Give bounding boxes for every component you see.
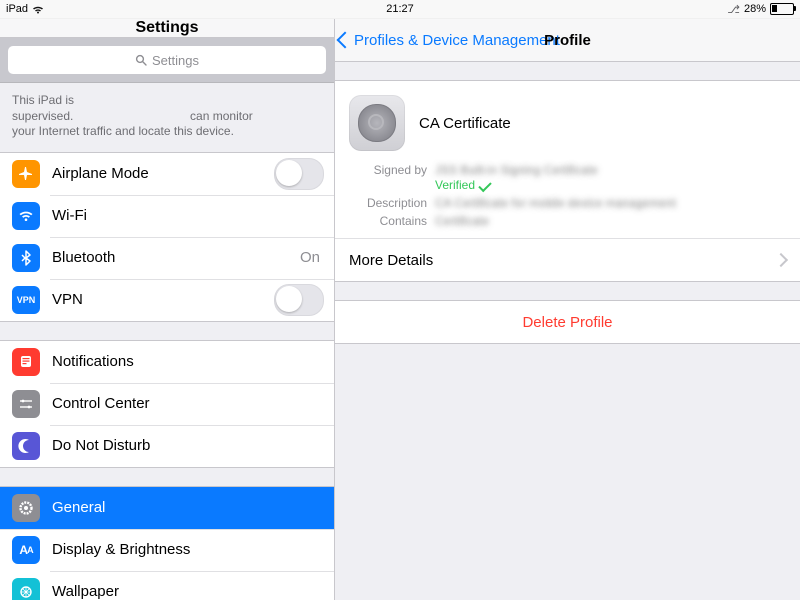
chevron-left-icon (337, 32, 354, 49)
back-button[interactable]: Profiles & Device Management (335, 32, 560, 49)
chevron-right-icon (774, 253, 788, 267)
sidebar-item-airplane[interactable]: Airplane Mode (0, 153, 334, 195)
back-label: Profiles & Device Management (354, 32, 560, 49)
profile-gear-icon (349, 95, 405, 151)
profile-name: CA Certificate (419, 115, 511, 132)
search-icon (135, 54, 147, 66)
status-bar: iPad 21:27 ⎇ 28% (0, 0, 800, 19)
sidebar-item-wallpaper[interactable]: Wallpaper (0, 571, 334, 600)
wallpaper-icon (12, 578, 40, 600)
detail-title: Profile (544, 32, 591, 49)
wifi-settings-icon (12, 202, 40, 230)
vpn-toggle[interactable] (274, 284, 324, 316)
sidebar-item-general[interactable]: General (0, 487, 334, 529)
sidebar-item-bluetooth[interactable]: Bluetooth On (0, 237, 334, 279)
sidebar-item-display[interactable]: AA Display & Brightness (0, 529, 334, 571)
bluetooth-value: On (300, 249, 320, 266)
delete-profile-button[interactable]: Delete Profile (335, 300, 800, 344)
sidebar-item-vpn[interactable]: VPN VPN (0, 279, 334, 321)
sidebar-item-control-center[interactable]: Control Center (0, 383, 334, 425)
wifi-icon (32, 5, 44, 14)
signed-by-row: Signed by JSS Built-in Signing Certifica… (335, 161, 800, 194)
device-name: iPad (6, 3, 28, 15)
battery-icon (770, 3, 794, 15)
contains-value: Certificate (435, 214, 489, 228)
sidebar-item-notifications[interactable]: Notifications (0, 341, 334, 383)
checkmark-icon (478, 178, 491, 191)
sidebar-item-wifi[interactable]: Wi-Fi (0, 195, 334, 237)
search-input[interactable]: Settings (8, 46, 326, 74)
profile-card: CA Certificate Signed by JSS Built-in Si… (335, 80, 800, 282)
sidebar-title: Settings (135, 19, 198, 37)
more-details-button[interactable]: More Details (335, 238, 800, 281)
bluetooth-settings-icon (12, 244, 40, 272)
signed-by-value: JSS Built-in Signing Certificate (435, 163, 598, 177)
detail-pane: Profiles & Device Management Profile CA … (335, 19, 800, 600)
sidebar-item-dnd[interactable]: Do Not Disturb (0, 425, 334, 467)
sidebar-header: Settings (0, 19, 334, 38)
airplane-toggle[interactable] (274, 158, 324, 190)
description-row: Description CA Certificate for mobile de… (335, 194, 800, 212)
detail-header: Profiles & Device Management Profile (335, 19, 800, 62)
description-value: CA Certificate for mobile device managem… (435, 196, 676, 210)
search-placeholder: Settings (152, 53, 199, 68)
battery-pct: 28% (744, 3, 766, 15)
gear-icon (12, 494, 40, 522)
clock: 21:27 (386, 3, 414, 15)
settings-sidebar: Settings Settings This iPad is supervise… (0, 19, 335, 600)
notifications-icon (12, 348, 40, 376)
vpn-icon: VPN (12, 286, 40, 314)
control-center-icon (12, 390, 40, 418)
airplane-icon (12, 160, 40, 188)
bluetooth-icon: ⎇ (727, 3, 740, 16)
contains-row: Contains Certificate (335, 212, 800, 238)
supervised-notice: This iPad is supervised. can monitor you… (0, 83, 334, 152)
moon-icon (12, 432, 40, 460)
display-icon: AA (12, 536, 40, 564)
verified-badge: Verified (435, 178, 598, 192)
